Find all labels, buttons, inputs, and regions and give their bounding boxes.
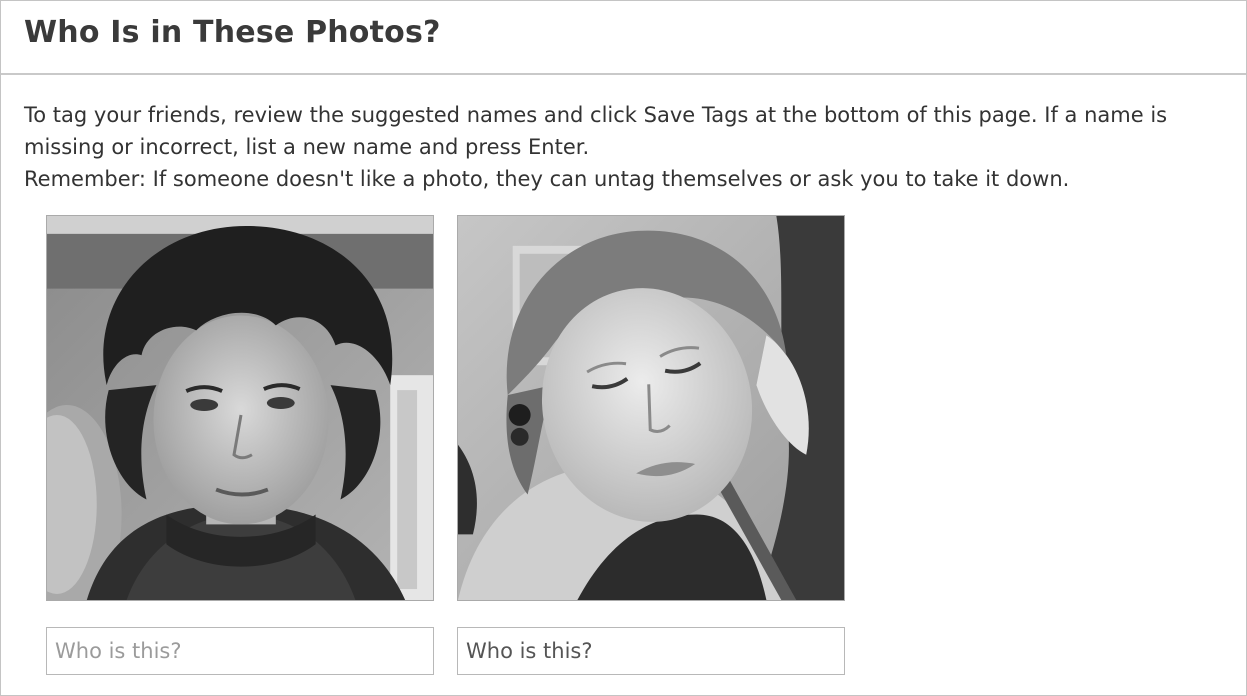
panel-header: Who Is in These Photos?: [1, 1, 1246, 75]
face-photo-1-image: [47, 216, 433, 600]
instructions-line-2: Remember: If someone doesn't like a phot…: [24, 167, 1070, 191]
instructions-line-1: To tag your friends, review the suggeste…: [24, 103, 1168, 159]
face-photo-2: [457, 215, 845, 601]
tag-photos-panel: Who Is in These Photos? To tag your frie…: [0, 0, 1247, 696]
tag-name-input-2[interactable]: [457, 627, 845, 675]
instructions-text: To tag your friends, review the suggeste…: [24, 99, 1234, 195]
page-title: Who Is in These Photos?: [24, 15, 441, 50]
face-photo-1: [46, 215, 434, 601]
tag-name-input-1[interactable]: [46, 627, 434, 675]
face-photo-2-image: [458, 216, 844, 600]
